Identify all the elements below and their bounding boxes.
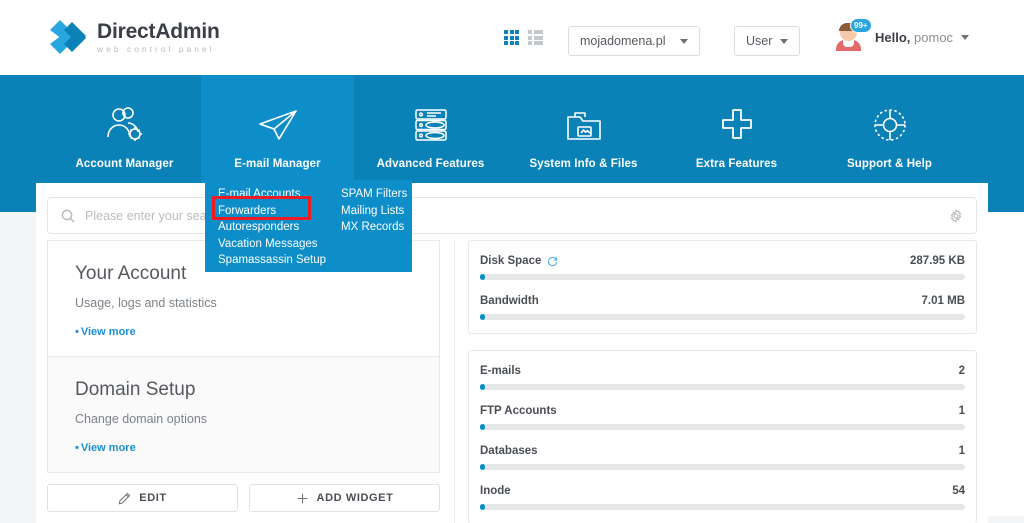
directadmin-control-panel: DirectAdmin web control panel mojadomena… bbox=[0, 0, 1024, 523]
database-stack-icon bbox=[413, 98, 449, 152]
dropdown-item-mx-records[interactable]: MX Records bbox=[341, 219, 407, 236]
stat-row-databases: Databases 1 bbox=[480, 445, 965, 470]
domain-selector-value: mojadomena.pl bbox=[580, 34, 666, 48]
stat-card-usage: Disk Space 287.95 KB Bandwidth 7.01 MB bbox=[468, 240, 977, 334]
progress-bar bbox=[480, 274, 965, 280]
stat-row-bandwidth: Bandwidth 7.01 MB bbox=[480, 295, 965, 320]
chevron-down-icon bbox=[780, 38, 789, 44]
stat-row-ftp-accounts: FTP Accounts 1 bbox=[480, 405, 965, 430]
grid-view-icon[interactable] bbox=[504, 30, 519, 45]
progress-bar bbox=[480, 314, 965, 320]
nav-label: System Info & Files bbox=[529, 158, 638, 170]
nav-label: Account Manager bbox=[75, 158, 174, 170]
view-more-link[interactable]: • View more bbox=[75, 326, 412, 338]
email-manager-dropdown: E-mail Accounts Forwarders Autoresponder… bbox=[205, 180, 412, 272]
user-role-value: User bbox=[746, 34, 773, 48]
dropdown-column-primary: E-mail Accounts Forwarders Autoresponder… bbox=[218, 186, 341, 272]
dropdown-item-spam-filters[interactable]: SPAM Filters bbox=[341, 186, 407, 203]
widget-domain-setup[interactable]: Domain Setup Change domain options • View… bbox=[47, 357, 440, 473]
greeting-text: Hello, bbox=[875, 29, 911, 45]
search-icon bbox=[61, 209, 75, 223]
stat-label: Disk Space bbox=[480, 255, 558, 267]
avatar: 99+ bbox=[834, 18, 872, 52]
edit-button[interactable]: EDIT bbox=[47, 484, 238, 512]
nav-label: Advanced Features bbox=[376, 158, 485, 170]
plus-icon bbox=[717, 98, 757, 152]
user-role-selector[interactable]: User bbox=[734, 26, 800, 56]
stat-card-resources: E-mails 2 FTP Accounts 1 Databases 1 Ino… bbox=[468, 350, 977, 523]
domain-selector[interactable]: mojadomena.pl bbox=[568, 26, 700, 56]
progress-bar bbox=[480, 464, 965, 470]
stat-label: FTP Accounts bbox=[480, 405, 557, 417]
edit-button-label: EDIT bbox=[139, 492, 167, 504]
dropdown-item-email-accounts[interactable]: E-mail Accounts bbox=[218, 186, 341, 203]
gear-icon[interactable] bbox=[949, 208, 963, 223]
content-panel: Your Account Usage, logs and statistics … bbox=[36, 183, 988, 523]
brand-subtitle: web control panel bbox=[97, 43, 215, 54]
nav-label: E-mail Manager bbox=[234, 158, 321, 170]
chevron-down-icon bbox=[680, 38, 688, 44]
widget-title: Domain Setup bbox=[75, 379, 196, 400]
stat-value: 1 bbox=[958, 405, 965, 417]
widget-action-buttons: EDIT ADD WIDGET bbox=[47, 484, 440, 512]
dropdown-item-vacation-messages[interactable]: Vacation Messages bbox=[218, 236, 341, 253]
column-divider bbox=[454, 240, 455, 523]
stat-label: E-mails bbox=[480, 365, 521, 377]
search-bar[interactable] bbox=[47, 197, 977, 234]
progress-bar bbox=[480, 424, 965, 430]
add-widget-button-label: ADD WIDGET bbox=[316, 492, 394, 504]
dropdown-item-autoresponders[interactable]: Autoresponders bbox=[218, 219, 341, 236]
stat-value: 2 bbox=[958, 365, 965, 377]
stat-value: 54 bbox=[952, 485, 965, 497]
nav-label: Support & Help bbox=[846, 158, 933, 170]
widget-subtitle: Usage, logs and statistics bbox=[75, 296, 217, 310]
widget-subtitle: Change domain options bbox=[75, 412, 208, 426]
top-header-bar: DirectAdmin web control panel mojadomena… bbox=[0, 0, 1024, 75]
account-menu[interactable]: 99+ Hello, pomoc bbox=[834, 18, 970, 52]
view-mode-toggles bbox=[504, 30, 543, 45]
chevron-down-icon bbox=[961, 34, 970, 40]
stat-value: 287.95 KB bbox=[910, 255, 965, 267]
account-username: pomoc bbox=[914, 29, 954, 45]
stat-label: Inode bbox=[480, 485, 511, 497]
notification-badge: 99+ bbox=[850, 18, 872, 33]
account-greeting: Hello, pomoc bbox=[875, 30, 953, 45]
dropdown-item-mailing-lists[interactable]: Mailing Lists bbox=[341, 203, 407, 220]
dropdown-column-secondary: SPAM Filters Mailing Lists MX Records bbox=[341, 186, 407, 272]
dropdown-item-spamassassin-setup[interactable]: Spamassassin Setup bbox=[218, 252, 341, 269]
stat-label: Bandwidth bbox=[480, 295, 539, 307]
plus-icon bbox=[297, 493, 307, 503]
progress-bar bbox=[480, 504, 965, 510]
view-more-link[interactable]: • View more bbox=[75, 442, 412, 454]
nav-label: Extra Features bbox=[695, 158, 778, 170]
brand-title: DirectAdmin bbox=[97, 19, 220, 43]
add-widget-button[interactable]: ADD WIDGET bbox=[249, 484, 440, 512]
pencil-icon bbox=[118, 492, 131, 504]
stat-row-emails: E-mails 2 bbox=[480, 365, 965, 390]
stat-row-disk-space: Disk Space 287.95 KB bbox=[480, 255, 965, 280]
refresh-icon[interactable] bbox=[547, 256, 558, 267]
users-gear-icon bbox=[104, 98, 146, 152]
stat-value: 1 bbox=[958, 445, 965, 457]
folder-files-icon bbox=[564, 98, 604, 152]
brand-logo[interactable]: DirectAdmin web control panel bbox=[48, 18, 220, 56]
list-view-icon[interactable] bbox=[528, 30, 543, 45]
stat-label: Databases bbox=[480, 445, 538, 457]
stat-row-inode: Inode 54 bbox=[480, 485, 965, 510]
dropdown-item-forwarders[interactable]: Forwarders bbox=[218, 203, 341, 220]
stats-column: Disk Space 287.95 KB Bandwidth 7.01 MB E… bbox=[468, 240, 977, 523]
left-background-strip bbox=[0, 212, 36, 523]
stat-value: 7.01 MB bbox=[921, 295, 965, 307]
widget-column: Your Account Usage, logs and statistics … bbox=[47, 240, 440, 512]
lifebuoy-icon bbox=[870, 98, 910, 152]
paper-plane-icon bbox=[255, 98, 301, 152]
progress-bar bbox=[480, 384, 965, 390]
chevron-double-right-logo-icon bbox=[50, 20, 86, 54]
